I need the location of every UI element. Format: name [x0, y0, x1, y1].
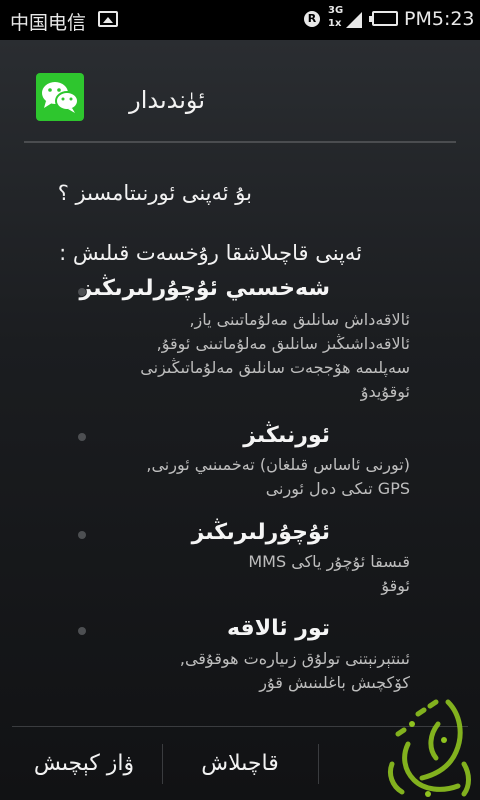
permission-detail: (تورنى ئاساس قىلغان) تەخمىنىي ئورنى,: [146, 455, 410, 474]
permission-detail: سەپلىمە ھۆججەت سانلىق مەلۇماتىڭىزنى: [140, 358, 410, 377]
dialog-header: ئۈندىدار: [0, 40, 480, 142]
permissions-heading: ئەپنى قاچىلاشقا رۇخسەت قىلىش :: [59, 241, 362, 265]
wechat-icon: [36, 73, 84, 121]
bullet-icon: [78, 627, 86, 635]
install-dialog: ئۈندىدار بۇ ئەپنى ئورنىتامسىز ؟ ئەپنى قا…: [0, 40, 480, 800]
permission-detail: ئىنتېرنېتنى تولۇق زىيارەت ھوقۇقى,: [179, 649, 410, 668]
permission-detail: GPS تىكى دەل ئورنى: [265, 479, 410, 498]
roaming-icon: R: [304, 11, 320, 27]
permission-detail: ئالاقەداشىڭىز سانلىق مەلۇماتىنى ئوقۇ,: [156, 334, 410, 353]
uyghur-calligraphy-logo: [387, 699, 471, 797]
permission-title: شەخسىي ئۇچۇرلىرىڭىز: [79, 276, 331, 301]
signal-strength-icon: [346, 12, 362, 28]
button-separator: [318, 744, 319, 784]
permission-detail: قىسقا ئۇچۇر ياكى MMS: [248, 552, 410, 571]
carrier-label: 中国电信: [10, 12, 87, 34]
permission-title: تور ئالاقە: [226, 616, 330, 641]
permission-title: ئۇچۇرلىرىڭىز: [191, 520, 330, 545]
header-divider: [24, 141, 456, 143]
network-type-top: 3G: [328, 5, 344, 16]
clock-time: PM5:23: [404, 8, 475, 30]
permission-detail: ئالاقەداش سانلىق مەلۇماتىنى ياز,: [189, 310, 410, 329]
permission-title: ئورنىڭىز: [243, 423, 330, 448]
status-bar: 中国电信 R 3G 1x PM5:23: [0, 0, 480, 40]
app-name: ئۈندىدار: [129, 86, 205, 114]
permission-detail: كۆكچىش باغلىنىش قۇر: [259, 673, 410, 692]
network-type-indicator: 3G 1x: [328, 4, 343, 30]
install-question: بۇ ئەپنى ئورنىتامسىز ؟: [57, 181, 252, 205]
permission-detail: ئوقۇ: [381, 576, 410, 595]
bullet-icon: [78, 531, 86, 539]
button-separator: [162, 744, 163, 784]
install-button[interactable]: قاچىلاش: [164, 727, 316, 800]
bullet-icon: [78, 433, 86, 441]
network-type-bottom: 1x: [328, 18, 342, 29]
permission-detail: ئوقۇيدۇ: [360, 382, 410, 401]
cancel-button[interactable]: ۋاز كېچىش: [8, 727, 160, 800]
battery-icon: [369, 11, 398, 26]
image-notification-icon: [98, 11, 118, 27]
